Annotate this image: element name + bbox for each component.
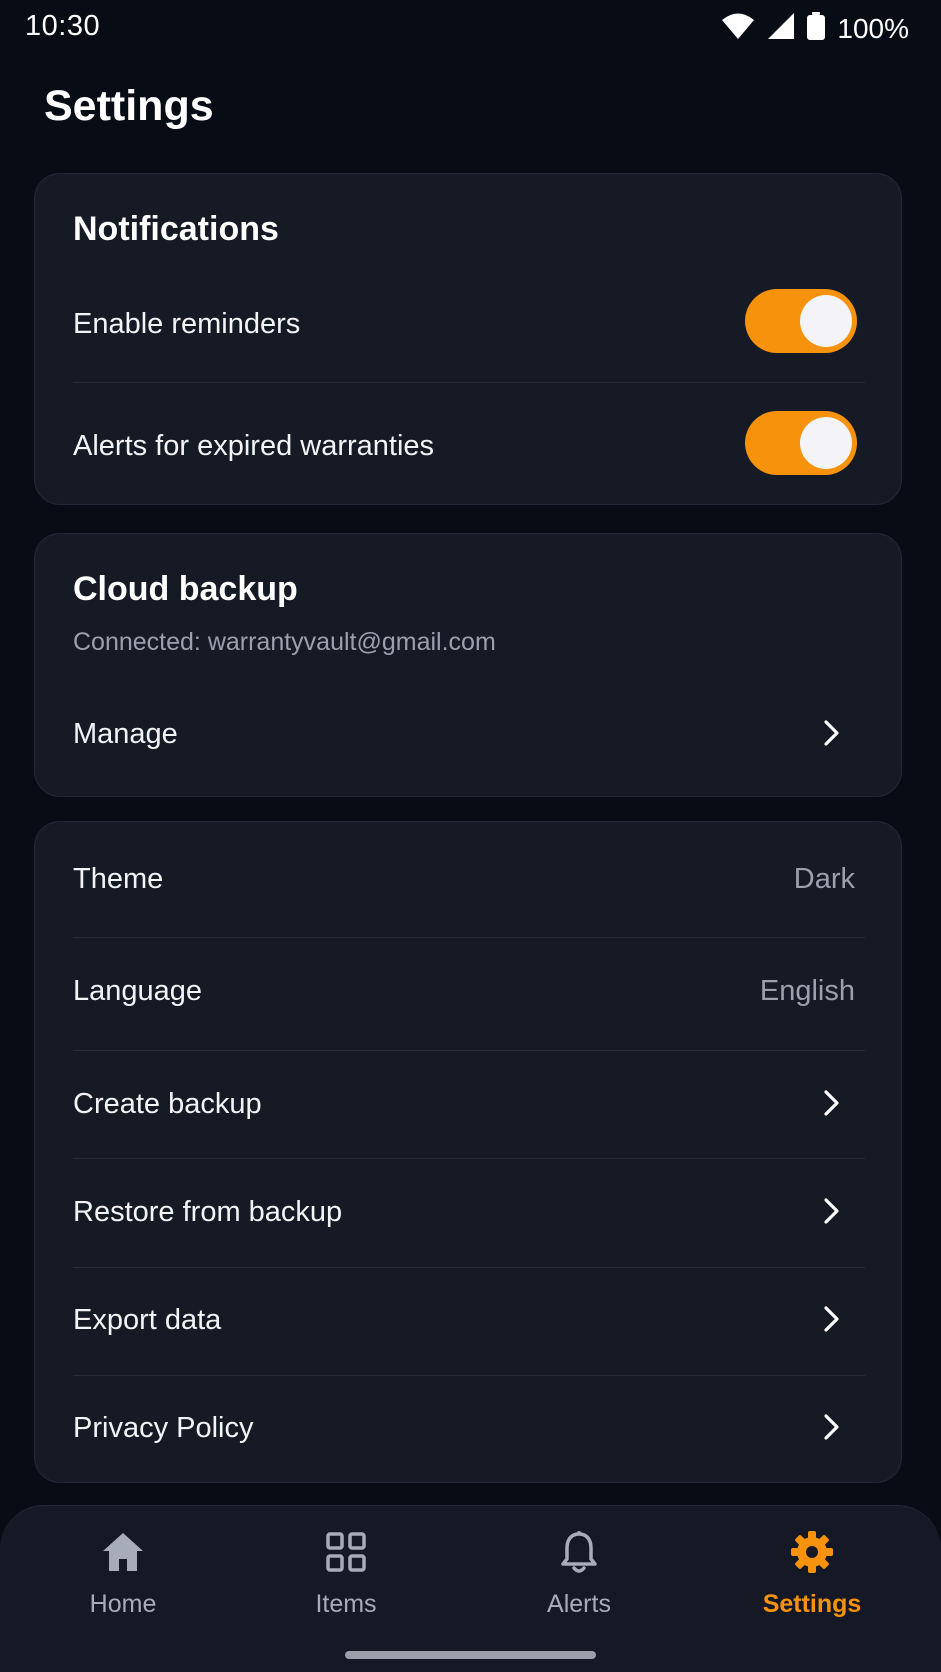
chevron-right-icon [824, 1414, 839, 1440]
nav-label-items: Items [315, 1590, 377, 1618]
privacy-policy-label: Privacy Policy [73, 1412, 254, 1444]
page-title: Settings [44, 82, 214, 130]
wifi-icon [721, 12, 755, 45]
toggle-knob [800, 295, 852, 347]
nav-item-alerts[interactable]: Alerts [479, 1528, 679, 1638]
manage-label: Manage [73, 718, 178, 750]
connected-account: Connected: warrantyvault@gmail.com [73, 628, 496, 656]
divider [73, 382, 865, 383]
enable-reminders-toggle[interactable] [745, 289, 857, 353]
nav-item-home[interactable]: Home [23, 1528, 223, 1638]
grid-icon [322, 1528, 370, 1576]
bottom-navigation: Home Items Alerts Settings [0, 1505, 941, 1672]
expired-alerts-label: Alerts for expired warranties [73, 430, 435, 462]
signal-icon [767, 12, 795, 45]
enable-reminders-label: Enable reminders [73, 308, 301, 340]
divider [73, 1158, 865, 1159]
nav-label-alerts: Alerts [547, 1590, 611, 1618]
restore-backup-label: Restore from backup [73, 1196, 343, 1228]
nav-label-settings: Settings [762, 1590, 862, 1618]
language-value: English [759, 975, 855, 1007]
notifications-card: Notifications Enable reminders Alerts fo… [34, 173, 902, 505]
theme-value: Dark [793, 863, 855, 895]
bell-icon [555, 1528, 603, 1576]
cloud-backup-card: Cloud backup Connected: warrantyvault@gm… [34, 533, 902, 797]
toggle-knob [800, 417, 852, 469]
create-backup-label: Create backup [73, 1088, 262, 1120]
divider [73, 1375, 865, 1376]
battery-percentage: 100% [837, 12, 909, 44]
chevron-right-icon [824, 1090, 839, 1116]
status-bar: 10:30 100% [0, 0, 941, 56]
language-label: Language [73, 975, 203, 1007]
nav-item-settings[interactable]: Settings [712, 1528, 912, 1638]
gear-icon [788, 1528, 836, 1576]
home-icon [99, 1528, 147, 1576]
battery-icon [807, 12, 826, 45]
chevron-right-icon [824, 1306, 839, 1332]
nav-item-items[interactable]: Items [246, 1528, 446, 1638]
cloud-backup-title: Cloud backup [73, 570, 298, 608]
status-icons: 100% [721, 12, 909, 45]
general-settings-card: Theme Dark Language English Create backu… [34, 821, 902, 1483]
chevron-right-icon [824, 1198, 839, 1224]
status-time: 10:30 [25, 10, 101, 42]
divider [73, 937, 865, 938]
chevron-right-icon [824, 720, 839, 746]
divider [73, 1050, 865, 1051]
expired-alerts-toggle[interactable] [745, 411, 857, 475]
theme-label: Theme [73, 863, 164, 895]
divider [73, 1267, 865, 1268]
notifications-title: Notifications [73, 210, 279, 248]
export-data-label: Export data [73, 1304, 222, 1336]
home-indicator[interactable] [345, 1651, 596, 1659]
nav-label-home: Home [89, 1590, 157, 1618]
